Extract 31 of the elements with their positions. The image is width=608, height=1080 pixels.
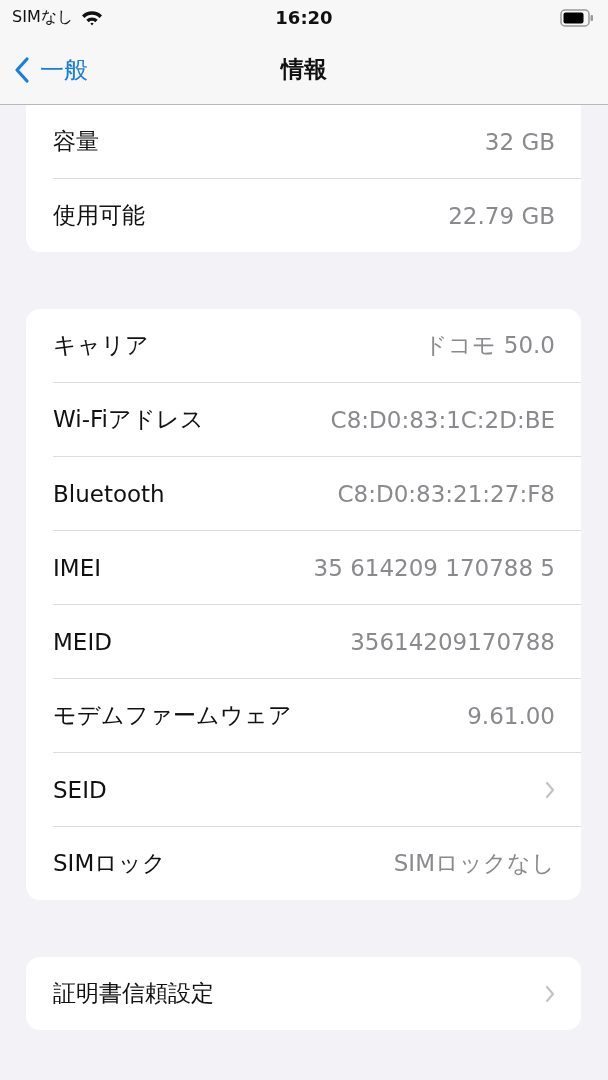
row-value: C8:D0:83:1C:2D:BE: [330, 406, 555, 433]
row-value: 22.79 GB: [448, 202, 555, 229]
row-value: ドコモ 50.0: [424, 331, 555, 360]
row-label: SEID: [53, 776, 107, 803]
row-label: SIMロック: [53, 849, 167, 878]
battery-icon: [560, 8, 594, 27]
wifi-icon: [80, 9, 103, 26]
chevron-right-icon: [545, 780, 555, 799]
row-value: 9.61.00: [467, 702, 555, 729]
row-label: Wi-Fiアドレス: [53, 405, 204, 434]
row-label: 使用可能: [53, 201, 145, 230]
row-label: キャリア: [53, 331, 149, 360]
row-label: Bluetooth: [53, 480, 165, 507]
clock-time: 16:20: [274, 7, 334, 28]
row-value: 35614209170788: [350, 628, 555, 655]
row-label: モデムファームウェア: [53, 701, 292, 730]
row-value: 32 GB: [484, 128, 555, 155]
row-label: IMEI: [53, 554, 101, 581]
settings-link-row[interactable]: SEID: [53, 753, 581, 827]
row-value: SIMロックなし: [393, 849, 555, 878]
chevron-left-icon: [14, 55, 30, 84]
carrier-label: SIMなし: [12, 7, 73, 28]
row-label: MEID: [53, 628, 112, 655]
page-title: 情報: [279, 55, 328, 84]
back-button[interactable]: 一般: [0, 53, 88, 86]
row-value: 35 614209 170788 5: [313, 554, 555, 581]
settings-link-row[interactable]: 証明書信頼設定: [53, 957, 581, 1030]
row-label: 容量: [53, 127, 99, 156]
chevron-right-icon: [545, 984, 555, 1003]
row-value: C8:D0:83:21:27:F8: [337, 480, 555, 507]
row-label: 証明書信頼設定: [53, 979, 214, 1008]
